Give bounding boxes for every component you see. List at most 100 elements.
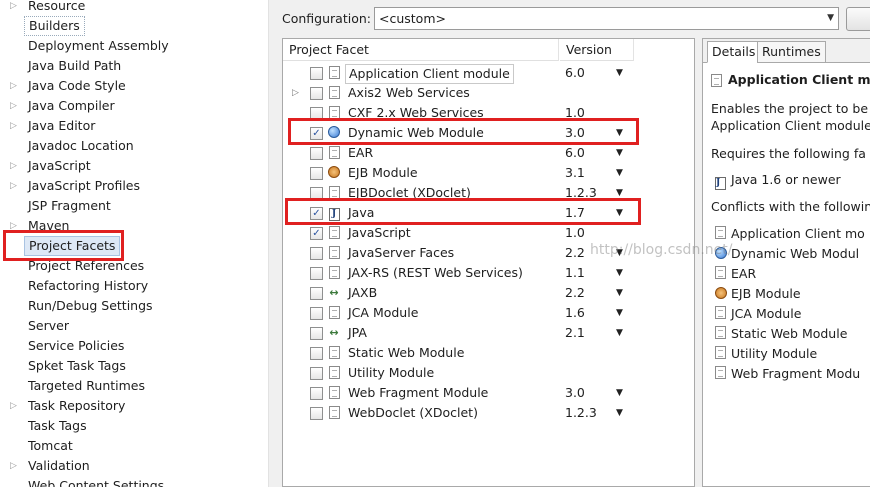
facet-checkbox[interactable] bbox=[310, 407, 323, 420]
facet-row-jpa[interactable]: ↔ JPA 2.1 ▼ bbox=[283, 323, 694, 343]
nav-item-java-build-path[interactable]: Java Build Path bbox=[10, 56, 125, 76]
facet-checkbox[interactable] bbox=[310, 87, 323, 100]
facet-row-jca-module[interactable]: JCA Module 1.6 ▼ bbox=[283, 303, 694, 323]
nav-item-java-compiler[interactable]: ▷ Java Compiler bbox=[10, 96, 119, 116]
facet-checkbox[interactable] bbox=[310, 167, 323, 180]
page-icon bbox=[715, 305, 731, 325]
expand-arrow-icon[interactable]: ▷ bbox=[10, 76, 24, 96]
bean-icon bbox=[715, 285, 731, 305]
expand-arrow-icon[interactable]: ▷ bbox=[10, 176, 24, 196]
facet-checkbox[interactable] bbox=[310, 247, 323, 260]
nav-item-task-repository[interactable]: ▷ Task Repository bbox=[10, 396, 129, 416]
version-dropdown-icon[interactable]: ▼ bbox=[616, 403, 623, 423]
nav-item-run-debug-settings[interactable]: Run/Debug Settings bbox=[10, 296, 157, 316]
nav-item-web-content-settings[interactable]: Web Content Settings bbox=[10, 476, 168, 487]
facet-row-jax-rs[interactable]: JAX-RS (REST Web Services) 1.1 ▼ bbox=[283, 263, 694, 283]
version-dropdown-icon[interactable]: ▼ bbox=[616, 323, 623, 343]
tab-runtimes[interactable]: Runtimes bbox=[757, 41, 826, 63]
nav-item-java-code-style[interactable]: ▷ Java Code Style bbox=[10, 76, 130, 96]
page-icon bbox=[327, 226, 341, 240]
bidirectional-arrows-icon: ↔ bbox=[329, 326, 339, 339]
expand-arrow-icon[interactable]: ▷ bbox=[10, 116, 24, 136]
facet-version: 1.2.3 bbox=[565, 405, 597, 420]
facet-checkbox[interactable] bbox=[310, 287, 323, 300]
facet-row-javascript[interactable]: ✓ JavaScript 1.0 bbox=[283, 223, 694, 243]
nav-item-javascript-profiles[interactable]: ▷ JavaScript Profiles bbox=[10, 176, 144, 196]
facet-row-jaxb[interactable]: ↔ JAXB 2.2 ▼ bbox=[283, 283, 694, 303]
facet-row-webdoclet[interactable]: WebDoclet (XDoclet) 1.2.3 ▼ bbox=[283, 403, 694, 423]
column-header-project-facet[interactable]: Project Facet bbox=[283, 39, 559, 61]
facet-checkbox[interactable] bbox=[310, 147, 323, 160]
facet-version: 3.0 bbox=[565, 385, 585, 400]
tab-details[interactable]: Details bbox=[707, 41, 761, 63]
page-icon bbox=[327, 406, 341, 420]
watermark-text: http://blog.csdn.net/ bbox=[590, 242, 733, 258]
details-description-line-2: Application Client module bbox=[711, 118, 870, 133]
page-icon bbox=[327, 366, 341, 380]
nav-item-java-editor[interactable]: ▷ Java Editor bbox=[10, 116, 99, 136]
save-configuration-button[interactable] bbox=[846, 7, 870, 31]
facet-checkbox[interactable] bbox=[310, 307, 323, 320]
page-icon bbox=[715, 265, 731, 285]
facet-name: EAR bbox=[348, 145, 374, 160]
page-icon bbox=[327, 266, 341, 280]
nav-item-server[interactable]: Server bbox=[10, 316, 73, 336]
configuration-select[interactable]: <custom> ▼ bbox=[374, 7, 839, 30]
details-panel: Details Runtimes Application Client m En… bbox=[702, 38, 870, 487]
facet-checkbox[interactable] bbox=[310, 387, 323, 400]
facet-checkbox[interactable] bbox=[310, 327, 323, 340]
nav-item-targeted-runtimes[interactable]: Targeted Runtimes bbox=[10, 376, 149, 396]
facet-checkbox-checked[interactable]: ✓ bbox=[310, 227, 323, 240]
nav-item-spket-task-tags[interactable]: Spket Task Tags bbox=[10, 356, 130, 376]
expand-arrow-icon[interactable]: ▷ bbox=[10, 396, 24, 416]
facet-checkbox[interactable] bbox=[310, 347, 323, 360]
expand-arrow-icon[interactable]: ▷ bbox=[292, 83, 299, 103]
facet-name: Web Fragment Module bbox=[348, 385, 489, 400]
chevron-down-icon[interactable]: ▼ bbox=[827, 8, 834, 29]
conflict-item: EAR bbox=[715, 264, 756, 284]
java-icon: J bbox=[715, 171, 731, 191]
nav-item-tomcat[interactable]: Tomcat bbox=[10, 436, 77, 456]
expand-arrow-icon[interactable]: ▷ bbox=[10, 156, 24, 176]
nav-item-javascript[interactable]: ▷ JavaScript bbox=[10, 156, 95, 176]
conflict-item: EJB Module bbox=[715, 284, 801, 304]
facet-row-ear[interactable]: EAR 6.0 ▼ bbox=[283, 143, 694, 163]
expand-arrow-icon[interactable]: ▷ bbox=[10, 456, 24, 476]
nav-item-refactoring-history[interactable]: Refactoring History bbox=[10, 276, 152, 296]
nav-item-builders[interactable]: Builders bbox=[10, 16, 85, 36]
version-dropdown-icon[interactable]: ▼ bbox=[616, 63, 623, 83]
facet-row-static-web-module[interactable]: Static Web Module bbox=[283, 343, 694, 363]
version-dropdown-icon[interactable]: ▼ bbox=[616, 383, 623, 403]
nav-item-resource[interactable]: ▷ Resource bbox=[10, 0, 89, 16]
nav-item-task-tags[interactable]: Task Tags bbox=[10, 416, 91, 436]
facet-row-utility-module[interactable]: Utility Module bbox=[283, 363, 694, 383]
details-heading: Application Client m bbox=[711, 71, 870, 89]
nav-item-javadoc-location[interactable]: Javadoc Location bbox=[10, 136, 138, 156]
facet-checkbox[interactable] bbox=[310, 67, 323, 80]
nav-item-deployment-assembly[interactable]: Deployment Assembly bbox=[10, 36, 173, 56]
version-dropdown-icon[interactable]: ▼ bbox=[616, 263, 623, 283]
expand-arrow-icon[interactable]: ▷ bbox=[10, 0, 24, 16]
properties-nav-tree: ▷ Resource Builders Deployment Assembly J… bbox=[0, 0, 268, 487]
nav-item-validation[interactable]: ▷ Validation bbox=[10, 456, 94, 476]
facet-name: Axis2 Web Services bbox=[348, 85, 470, 100]
facet-row-ejb-module[interactable]: EJB Module 3.1 ▼ bbox=[283, 163, 694, 183]
project-facet-table: Project Facet Version Application Client… bbox=[282, 38, 695, 487]
facet-name: JavaServer Faces bbox=[348, 245, 455, 260]
version-dropdown-icon[interactable]: ▼ bbox=[616, 283, 623, 303]
version-dropdown-icon[interactable]: ▼ bbox=[616, 303, 623, 323]
column-header-version[interactable]: Version bbox=[560, 39, 634, 61]
version-dropdown-icon[interactable]: ▼ bbox=[616, 143, 623, 163]
facet-name: Application Client module bbox=[345, 64, 514, 84]
facet-checkbox[interactable] bbox=[310, 267, 323, 280]
conflict-item: Static Web Module bbox=[715, 324, 847, 344]
details-description-line-1: Enables the project to be bbox=[711, 101, 869, 116]
facet-row-web-fragment-module[interactable]: Web Fragment Module 3.0 ▼ bbox=[283, 383, 694, 403]
facet-checkbox[interactable] bbox=[310, 367, 323, 380]
version-dropdown-icon[interactable]: ▼ bbox=[616, 163, 623, 183]
facet-row-application-client-module[interactable]: Application Client module 6.0 ▼ bbox=[283, 63, 694, 84]
expand-arrow-icon[interactable]: ▷ bbox=[10, 96, 24, 116]
nav-item-service-policies[interactable]: Service Policies bbox=[10, 336, 128, 356]
nav-item-jsp-fragment[interactable]: JSP Fragment bbox=[10, 196, 115, 216]
facet-row-axis2-web-services[interactable]: ▷ Axis2 Web Services bbox=[283, 83, 694, 103]
